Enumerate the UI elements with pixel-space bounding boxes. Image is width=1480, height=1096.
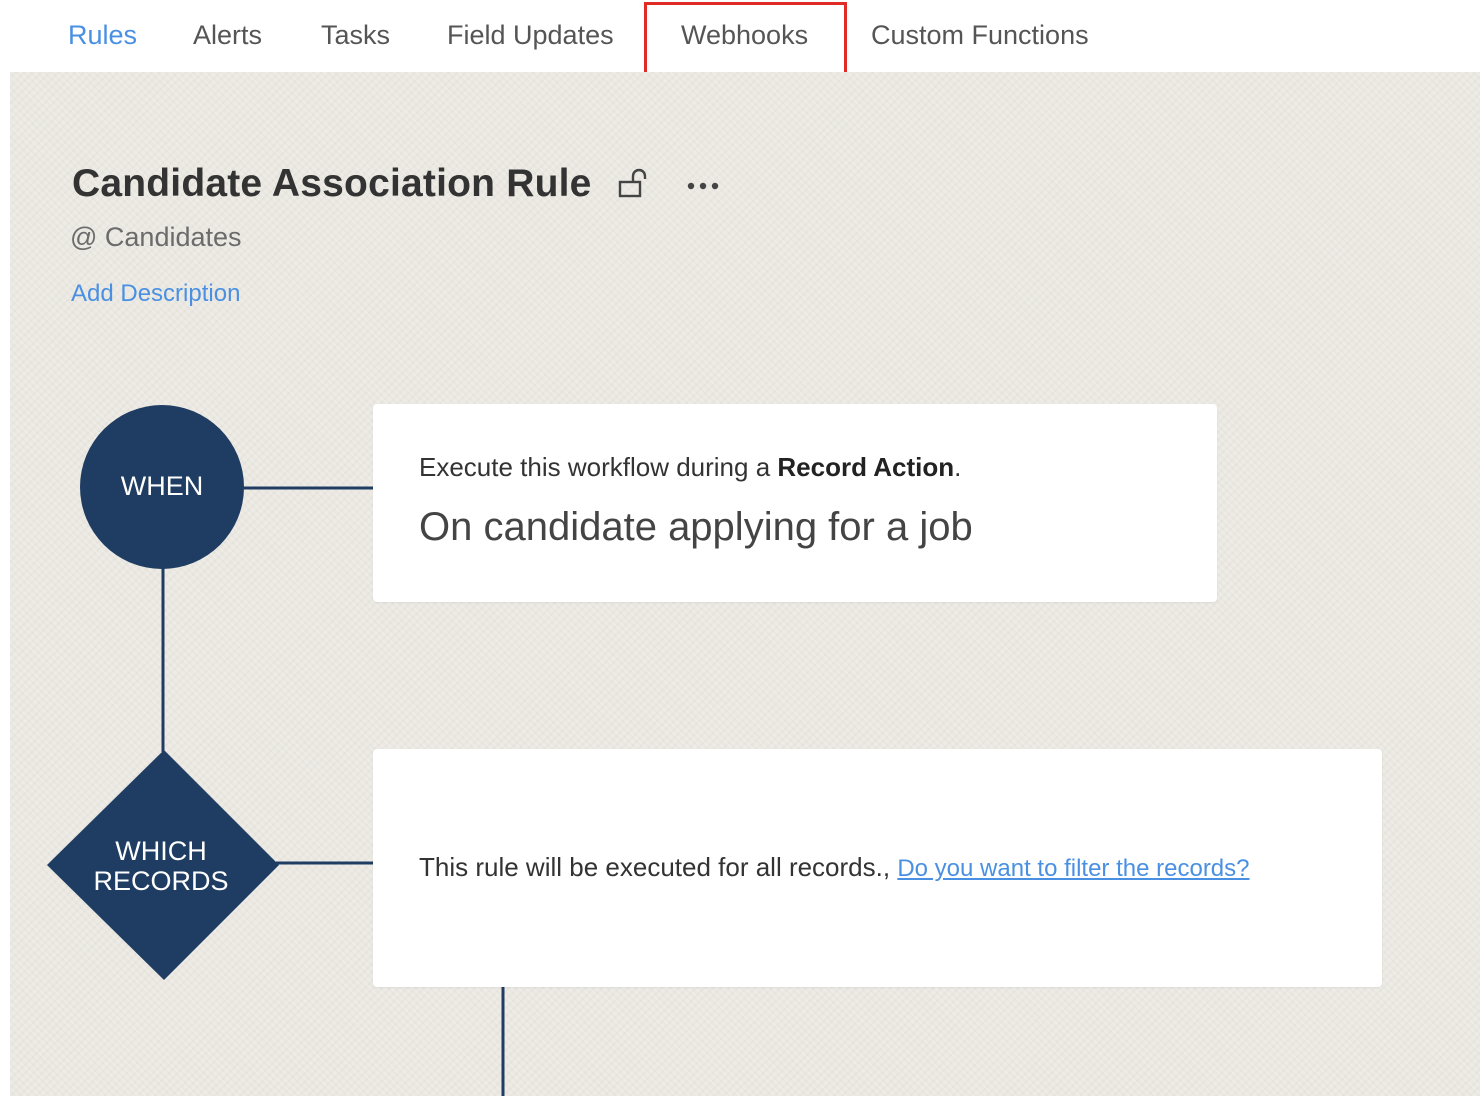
- more-horizontal-icon[interactable]: [684, 178, 722, 194]
- when-node-label: WHEN: [120, 471, 204, 501]
- tab-rules[interactable]: Rules: [68, 0, 138, 74]
- when-intro-suffix: .: [954, 452, 962, 482]
- when-intro-prefix: Execute this workflow during a: [419, 452, 778, 482]
- rule-title: Candidate Association Rule: [72, 162, 592, 205]
- which-node-label-line2: RECORDS: [93, 866, 229, 896]
- record-action-label: Record Action: [777, 452, 955, 482]
- tab-custom-functions[interactable]: Custom Functions: [871, 0, 1089, 72]
- which-records-description: This rule will be executed for all recor…: [419, 852, 891, 882]
- module-label: @ Candidates: [70, 222, 242, 252]
- add-description-link[interactable]: Add Description: [71, 280, 240, 308]
- tab-tasks[interactable]: Tasks: [321, 0, 390, 72]
- which-node-label-line1: WHICH: [115, 836, 207, 866]
- tab-alerts[interactable]: Alerts: [193, 0, 262, 72]
- when-trigger-text[interactable]: On candidate applying for a job: [419, 505, 973, 550]
- filter-records-link[interactable]: Do you want to filter the records?: [897, 855, 1249, 882]
- which-records-text: This rule will be executed for all recor…: [419, 852, 1250, 883]
- tab-webhooks[interactable]: Webhooks: [681, 0, 808, 72]
- unlock-icon[interactable]: [616, 168, 654, 202]
- when-intro-text: Execute this workflow during a Record Ac…: [419, 452, 961, 483]
- when-card[interactable]: [373, 404, 1217, 602]
- workflow-tab-bar: Rules Alerts Tasks Field Updates Webhook…: [0, 0, 1480, 77]
- tab-field-updates[interactable]: Field Updates: [447, 0, 614, 72]
